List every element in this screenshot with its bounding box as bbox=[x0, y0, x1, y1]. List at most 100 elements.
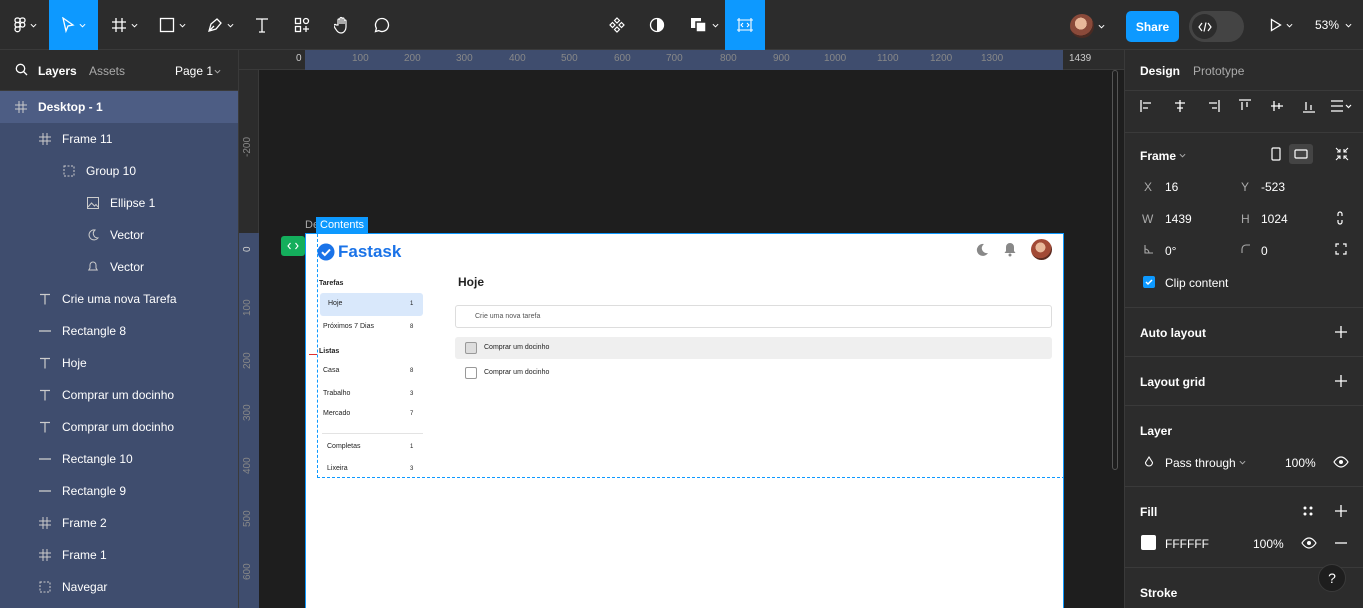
selection-label[interactable]: Contents bbox=[316, 217, 369, 233]
independent-corners-icon[interactable] bbox=[1335, 243, 1347, 255]
fill-section: Fill FFFFFF 100% bbox=[1125, 487, 1363, 568]
zoom-level[interactable]: 53% bbox=[1315, 18, 1352, 32]
layer-row[interactable]: Ellipse 1 bbox=[0, 187, 238, 219]
desktop-frame[interactable]: Fastask Tarefas Hoje 1 Próximos 7 Dias 8… bbox=[305, 233, 1064, 608]
help-button[interactable]: ? bbox=[1318, 564, 1346, 592]
add-icon[interactable] bbox=[1335, 505, 1347, 517]
layer-row[interactable]: Frame 2 bbox=[0, 507, 238, 539]
eye-icon[interactable] bbox=[1301, 537, 1317, 549]
share-button[interactable]: Share bbox=[1126, 11, 1179, 42]
pen-tool-button[interactable] bbox=[200, 0, 240, 50]
resources-button[interactable] bbox=[288, 0, 316, 50]
ruler-tick: 700 bbox=[666, 53, 683, 64]
layer-opacity-input[interactable]: 100% bbox=[1285, 456, 1316, 470]
styles-icon[interactable] bbox=[1302, 505, 1314, 517]
component-icon bbox=[609, 17, 625, 33]
resize-to-fit-icon[interactable] bbox=[1335, 147, 1349, 161]
layer-row[interactable]: Rectangle 9 bbox=[0, 475, 238, 507]
task-label: Comprar um docinho bbox=[484, 344, 550, 351]
frame-section: Frame X 16 Y -523 W 1439 H 1024 0° 0 Cli… bbox=[1125, 133, 1363, 308]
align-top-icon[interactable] bbox=[1238, 99, 1252, 113]
layer-row[interactable]: Vector bbox=[0, 251, 238, 283]
layer-row[interactable]: Navegar bbox=[0, 571, 238, 603]
distribute-icon[interactable] bbox=[1330, 99, 1352, 113]
add-icon[interactable] bbox=[1335, 326, 1347, 338]
ruler-tick: 500 bbox=[561, 53, 578, 64]
mask-button[interactable] bbox=[643, 0, 671, 50]
task-checkbox[interactable] bbox=[465, 342, 477, 354]
ruler-tick: 500 bbox=[242, 510, 253, 527]
hand-tool-button[interactable] bbox=[328, 0, 356, 50]
text-icon bbox=[38, 388, 52, 402]
layer-row[interactable]: Crie uma nova Tarefa bbox=[0, 283, 238, 315]
ruler-tick: 300 bbox=[242, 404, 253, 421]
corner-radius-input[interactable]: 0 bbox=[1261, 244, 1268, 258]
layer-row[interactable]: Comprar um docinho bbox=[0, 379, 238, 411]
remove-icon[interactable] bbox=[1335, 542, 1347, 544]
dev-status-badge[interactable] bbox=[281, 236, 305, 256]
page-selector[interactable]: Page 1 bbox=[175, 64, 213, 78]
align-center-h-icon[interactable] bbox=[1173, 99, 1187, 113]
chevron-down-icon bbox=[79, 23, 86, 28]
component-button[interactable] bbox=[603, 0, 631, 50]
x-input[interactable]: 16 bbox=[1165, 180, 1178, 194]
text-tool-button[interactable] bbox=[248, 0, 276, 50]
align-left-icon[interactable] bbox=[1140, 99, 1154, 113]
layer-row[interactable]: Group 10 bbox=[0, 155, 238, 187]
frame-tool-button[interactable] bbox=[104, 0, 144, 50]
tab-design[interactable]: Design bbox=[1140, 64, 1180, 78]
move-tool-button[interactable] bbox=[49, 0, 98, 50]
chevron-down-icon bbox=[1179, 153, 1186, 158]
fill-swatch[interactable] bbox=[1141, 535, 1156, 550]
portrait-icon[interactable] bbox=[1271, 147, 1281, 161]
task-checkbox[interactable] bbox=[465, 367, 477, 379]
ruler-tick: 1000 bbox=[824, 53, 847, 64]
tab-assets[interactable]: Assets bbox=[89, 64, 125, 78]
align-right-icon[interactable] bbox=[1206, 99, 1220, 113]
layer-row[interactable]: Comprar um docinho bbox=[0, 411, 238, 443]
canvas[interactable]: 0 100 200 300 400 500 600 700 800 900 1000 1100 1200… bbox=[239, 50, 1124, 608]
text-icon bbox=[38, 356, 52, 370]
y-input[interactable]: -523 bbox=[1261, 180, 1285, 194]
layer-row[interactable]: Frame 1 bbox=[0, 539, 238, 571]
code-icon bbox=[287, 242, 299, 250]
constrain-proportions-icon[interactable] bbox=[1335, 210, 1345, 226]
layer-row[interactable]: Frame 11 bbox=[0, 123, 238, 155]
layer-row[interactable]: Vector bbox=[0, 219, 238, 251]
align-center-v-icon[interactable] bbox=[1270, 99, 1284, 113]
fill-opacity-input[interactable]: 100% bbox=[1253, 537, 1284, 551]
eye-icon[interactable] bbox=[1333, 456, 1349, 468]
boolean-button[interactable] bbox=[684, 0, 724, 50]
task-row[interactable]: Comprar um docinho bbox=[455, 337, 1052, 359]
tab-prototype[interactable]: Prototype bbox=[1193, 64, 1244, 78]
layer-row[interactable]: Hoje bbox=[0, 347, 238, 379]
task-row[interactable]: Comprar um docinho bbox=[455, 363, 1052, 383]
fill-hex-input[interactable]: FFFFFF bbox=[1165, 537, 1209, 551]
frame-title[interactable]: Frame bbox=[1140, 149, 1176, 163]
search-icon[interactable] bbox=[15, 63, 28, 76]
layer-row[interactable]: Desktop - 1 bbox=[0, 91, 238, 123]
layer-row[interactable]: Rectangle 10 bbox=[0, 443, 238, 475]
layer-row[interactable]: Rectangle 8 bbox=[0, 315, 238, 347]
layer-label: Vector bbox=[110, 228, 145, 242]
align-bottom-icon[interactable] bbox=[1302, 99, 1316, 113]
present-button[interactable] bbox=[1262, 0, 1300, 50]
h-input[interactable]: 1024 bbox=[1261, 212, 1288, 226]
blend-mode-select[interactable]: Pass through bbox=[1165, 456, 1236, 470]
dev-mode-tool-button[interactable] bbox=[725, 0, 765, 50]
multiplayer-avatar[interactable] bbox=[1070, 13, 1112, 39]
add-icon[interactable] bbox=[1335, 375, 1347, 387]
comment-tool-button[interactable] bbox=[368, 0, 396, 50]
dev-mode-toggle[interactable] bbox=[1189, 11, 1244, 42]
main-menu-button[interactable] bbox=[8, 0, 42, 50]
rotation-input[interactable]: 0° bbox=[1165, 244, 1176, 258]
clip-content-checkbox[interactable] bbox=[1143, 276, 1155, 288]
new-task-input[interactable]: Crie uma nova tarefa bbox=[455, 305, 1052, 328]
ruler-tick: 600 bbox=[242, 563, 253, 580]
canvas-scrollbar[interactable] bbox=[1112, 70, 1118, 470]
ruler-tick: 400 bbox=[242, 457, 253, 474]
w-input[interactable]: 1439 bbox=[1165, 212, 1192, 226]
landscape-button[interactable] bbox=[1289, 144, 1313, 164]
shape-tool-button[interactable] bbox=[152, 0, 192, 50]
tab-layers[interactable]: Layers bbox=[38, 64, 77, 78]
